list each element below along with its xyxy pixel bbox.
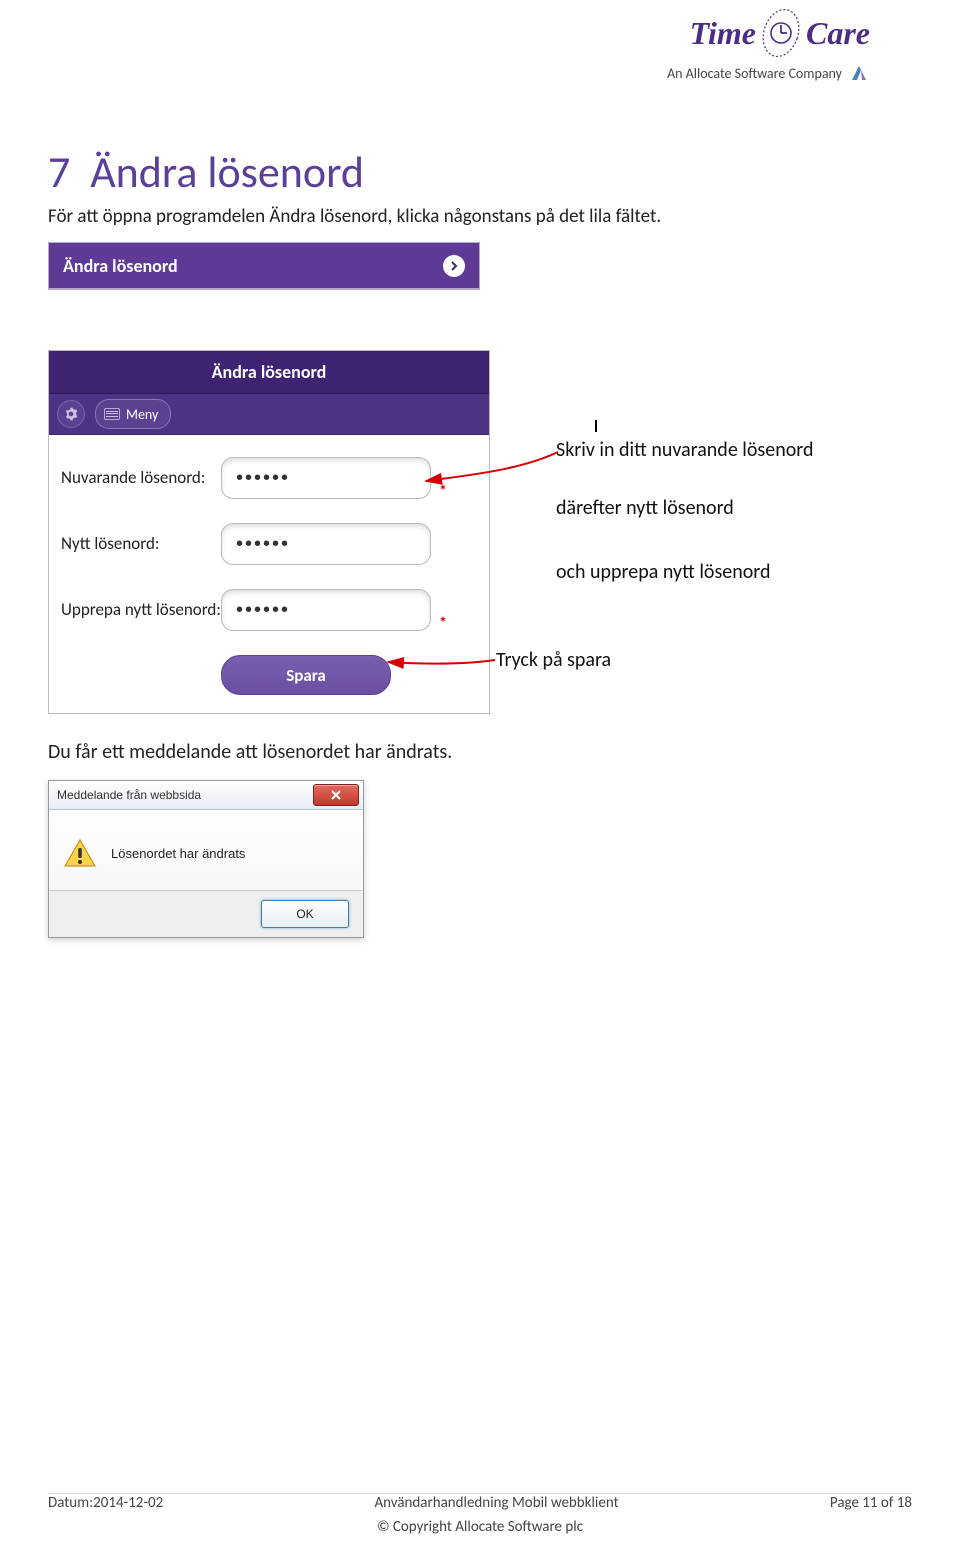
- section-number: 7: [48, 145, 70, 199]
- current-password-label: Nuvarande lösenord:: [61, 468, 221, 488]
- dialog-title-text: Meddelande från webbsida: [57, 788, 201, 802]
- dialog-body: Lösenordet har ändrats: [49, 810, 363, 890]
- dialog-body-text: Lösenordet har ändrats: [111, 846, 245, 861]
- required-mark: *: [439, 482, 447, 501]
- chevron-right-icon: [443, 255, 465, 277]
- app-toolbar: Meny: [49, 394, 489, 435]
- form-area: Nuvarande lösenord: * Nytt lösenord: Upp…: [49, 435, 489, 713]
- brand-subtitle: An Allocate Software Company: [667, 62, 870, 84]
- footer-doc-title: Användarhandledning Mobil webbklient: [374, 1494, 618, 1512]
- brand-text-left: Time: [690, 15, 756, 52]
- message-dialog: Meddelande från webbsida Lösenordet har …: [48, 780, 364, 938]
- clock-icon: [762, 8, 800, 58]
- brand-subtitle-text: An Allocate Software Company: [667, 65, 842, 82]
- footer-date: Datum:2014-12-02: [48, 1494, 163, 1512]
- brand-logo-area: Time Care An Allocate Software Company: [667, 8, 870, 84]
- repeat-password-label: Upprepa nytt lösenord:: [61, 600, 221, 620]
- save-button[interactable]: Spara: [221, 655, 391, 695]
- hamburger-icon: [104, 408, 120, 420]
- footer-copyright: © Copyright Allocate Software plc: [0, 1518, 960, 1536]
- dialog-footer: OK: [49, 890, 363, 937]
- section-heading: 7 Ändra lösenord: [48, 145, 364, 199]
- menu-button[interactable]: Meny: [95, 399, 171, 429]
- new-password-input[interactable]: [221, 523, 431, 565]
- repeat-password-input[interactable]: [221, 589, 431, 631]
- required-mark: *: [439, 614, 447, 633]
- app-panel: Ändra lösenord Meny Nuvarande lösenord: …: [48, 350, 490, 714]
- close-icon: [330, 789, 342, 801]
- intro-text: För att öppna programdelen Ändra lösenor…: [48, 205, 661, 228]
- brand-text-right: Care: [806, 15, 870, 52]
- page-footer: Datum:2014-12-02 Användarhandledning Mob…: [0, 1494, 960, 1536]
- save-button-label: Spara: [286, 665, 326, 686]
- current-password-input[interactable]: [221, 457, 431, 499]
- warning-icon: [63, 838, 97, 868]
- gear-icon: [64, 407, 78, 421]
- dialog-ok-button[interactable]: OK: [261, 900, 349, 928]
- menu-label: Meny: [126, 406, 158, 423]
- annotation-new: därefter nytt lösenord: [556, 496, 734, 520]
- annotation-repeat: och upprepa nytt lösenord: [556, 560, 771, 584]
- timecare-logo: Time Care: [690, 8, 870, 58]
- new-password-label: Nytt lösenord:: [61, 534, 221, 554]
- allocate-icon: [848, 62, 870, 84]
- settings-button[interactable]: [57, 400, 85, 428]
- annotation-current: Skriv in ditt nuvarande lösenord: [556, 438, 813, 462]
- section-title: Ändra lösenord: [90, 145, 364, 199]
- footer-page: Page 11 of 18: [830, 1494, 912, 1512]
- dialog-close-button[interactable]: [313, 784, 359, 806]
- dialog-ok-label: OK: [296, 907, 313, 921]
- annotation-save: Tryck på spara: [496, 648, 611, 672]
- app-header: Ändra lösenord: [49, 351, 489, 394]
- confirmation-intro: Du får ett meddelande att lösenordet har…: [48, 740, 452, 764]
- change-password-bar-label: Ändra lösenord: [63, 255, 178, 277]
- change-password-bar[interactable]: Ändra lösenord: [48, 242, 480, 290]
- dialog-titlebar: Meddelande från webbsida: [49, 781, 363, 810]
